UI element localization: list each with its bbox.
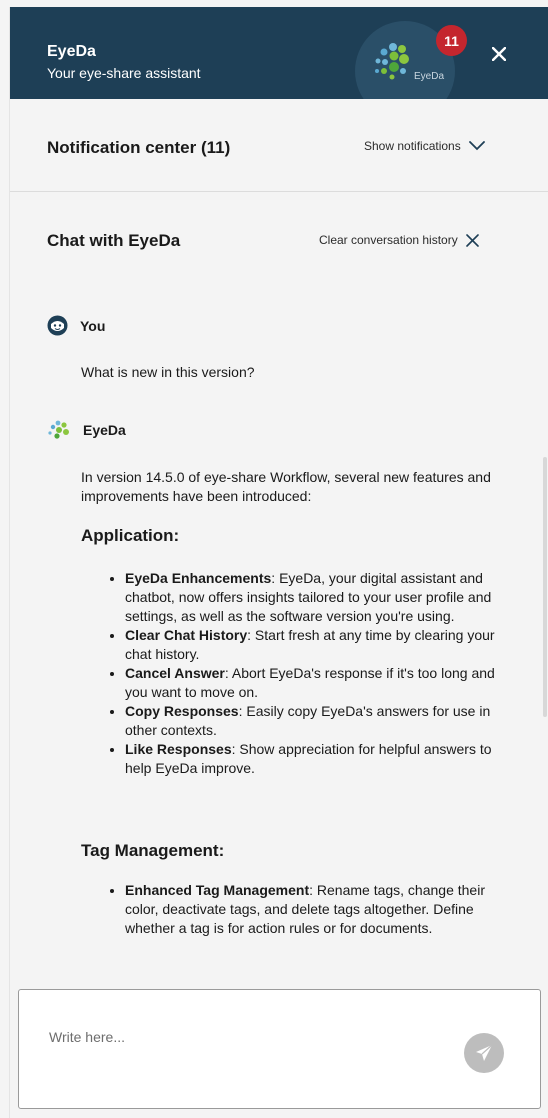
bot-section-tag-management: Tag Management:	[81, 841, 225, 860]
list-item: Cancel Answer: Abort EyeDa's response if…	[125, 664, 521, 702]
section-divider	[10, 191, 548, 192]
tag-feature-list: Enhanced Tag Management: Rename tags, ch…	[81, 881, 521, 938]
header-title: EyeDa	[47, 43, 96, 60]
message-input[interactable]	[47, 1028, 431, 1046]
header-subtitle: Your eye-share assistant	[47, 65, 201, 81]
user-author-name: You	[80, 317, 106, 334]
message-input-container	[18, 989, 541, 1109]
user-message-author: You	[47, 315, 105, 336]
close-icon	[465, 233, 479, 247]
list-item: Enhanced Tag Management: Rename tags, ch…	[125, 881, 521, 938]
chat-scrollbar[interactable]	[543, 457, 547, 717]
close-button[interactable]	[488, 43, 510, 65]
panel-header: EyeDa Your eye-share assistant EyeDa 11	[10, 7, 548, 99]
eyeda-logo-icon	[48, 420, 69, 439]
list-item: Clear Chat History: Start fresh at any t…	[125, 626, 521, 664]
user-face-icon	[47, 315, 68, 336]
application-feature-list: EyeDa Enhancements: EyeDa, your digital …	[81, 569, 521, 778]
close-icon	[492, 47, 506, 61]
bot-section-application: Application:	[81, 526, 180, 545]
eyeda-logo-icon	[375, 43, 409, 80]
send-icon	[476, 1044, 493, 1061]
eyeda-panel: EyeDa Your eye-share assistant EyeDa 11 …	[9, 7, 548, 1118]
notification-center-title: Notification center (11)	[47, 138, 231, 157]
bot-author-name: EyeDa	[83, 422, 126, 438]
chat-title: Chat with EyeDa	[47, 231, 181, 250]
chevron-down-icon	[468, 141, 485, 151]
user-message-text: What is new in this version?	[81, 364, 255, 380]
clear-history-label: Clear conversation history	[319, 233, 458, 247]
list-item: Like Responses: Show appreciation for he…	[125, 740, 521, 778]
show-notifications-button[interactable]: Show notifications	[364, 139, 485, 153]
clear-history-button[interactable]: Clear conversation history	[319, 233, 479, 247]
show-notifications-label: Show notifications	[364, 139, 461, 153]
bot-message-author: EyeDa	[47, 420, 126, 440]
send-button[interactable]	[464, 1033, 504, 1073]
list-item: Copy Responses: Easily copy EyeDa's answ…	[125, 702, 521, 740]
bot-intro-text: In version 14.5.0 of eye-share Workflow,…	[81, 469, 491, 504]
notification-badge: 11	[436, 25, 467, 56]
list-item: EyeDa Enhancements: EyeDa, your digital …	[125, 569, 521, 626]
avatar-label: EyeDa	[414, 71, 445, 82]
